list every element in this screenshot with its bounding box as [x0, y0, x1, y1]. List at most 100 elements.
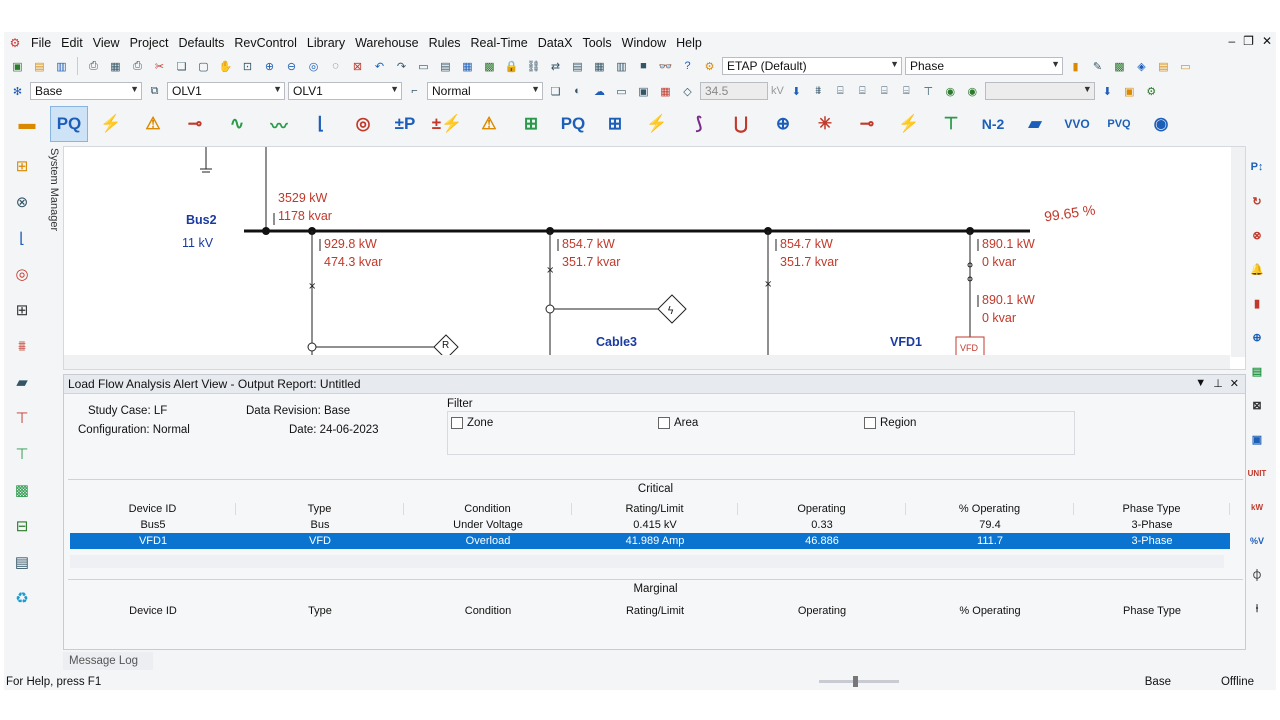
print-icon[interactable]: ⎙ [84, 57, 103, 75]
checkbox-box[interactable] [864, 417, 876, 429]
diagram-vertical-scrollbar[interactable] [1231, 147, 1245, 357]
panel-3-icon[interactable]: ⌸ [875, 82, 894, 100]
menu-tools[interactable]: Tools [577, 32, 616, 54]
kv-input[interactable]: 34.5 [700, 82, 768, 100]
critical-horizontal-scrollbar[interactable] [70, 555, 1224, 568]
dc-arc-flash-icon[interactable]: ⚠ [470, 106, 508, 142]
olv-select-left[interactable]: OLV1 ▼ [167, 82, 285, 100]
area-checkbox[interactable]: Area [658, 417, 698, 429]
cloud-icon[interactable]: ☁ [590, 82, 609, 100]
zoom-slider[interactable] [819, 676, 899, 687]
col-type[interactable]: Type [236, 605, 404, 617]
cube-icon[interactable]: ◈ [1132, 57, 1151, 75]
col-phase-type[interactable]: Phase Type [1074, 503, 1230, 515]
window-icon[interactable]: ▭ [612, 82, 631, 100]
presentation-select[interactable]: ETAP (Default) ▼ [722, 57, 902, 75]
one-line-diagram[interactable]: × × × ϟ Bus2 11 kV 3529 kW 1178 kvar 99.… [63, 146, 1246, 370]
transient-icon[interactable]: 〰 [260, 106, 298, 142]
menu-edit[interactable]: Edit [56, 32, 88, 54]
zoom-in-icon[interactable]: ⊕ [260, 57, 279, 75]
col-type[interactable]: Type [236, 503, 404, 515]
switching-icon[interactable]: ⊸ [848, 106, 886, 142]
zoom-back-icon[interactable]: ◌ [326, 57, 345, 75]
text-box-icon[interactable]: ▭ [414, 57, 433, 75]
help-icon[interactable]: ? [678, 57, 697, 75]
harmonics-icon[interactable]: ∿ [218, 106, 256, 142]
toolbox-icon[interactable]: ▣ [1120, 82, 1139, 100]
minimize-icon[interactable]: – [1228, 34, 1235, 48]
presentation-gear-icon[interactable]: ⚙ [700, 57, 719, 75]
menu-real-time[interactable]: Real-Time [466, 32, 533, 54]
close-icon[interactable]: ✕ [1230, 377, 1239, 390]
bus-tool-icon[interactable]: ⊤ [919, 82, 938, 100]
edit-mode-icon[interactable]: ▬ [8, 106, 46, 142]
eraser-icon[interactable]: ◇ [678, 82, 697, 100]
ladder-icon[interactable]: ⊤ [7, 402, 37, 434]
optimal-pf-icon[interactable]: ±P [386, 106, 424, 142]
cable3-label[interactable]: Cable3 [596, 335, 637, 349]
system-manager-tab[interactable]: System Manager [42, 148, 60, 268]
n2-button[interactable]: N-2 [974, 106, 1012, 142]
switching-seq-icon[interactable]: ⚡ [890, 106, 928, 142]
zoom-icon[interactable]: ⊕ [1246, 324, 1268, 350]
arc-flash-icon[interactable]: ⚠ [134, 106, 172, 142]
capture-2-icon[interactable]: ◉ [963, 82, 982, 100]
print-preview-icon[interactable]: ▦ [106, 57, 125, 75]
find-icon[interactable]: 👓 [656, 57, 675, 75]
unit-icon[interactable]: UNIT [1246, 460, 1268, 486]
menu-library[interactable]: Library [302, 32, 350, 54]
report-analyzer-icon[interactable]: ▣ [1246, 426, 1268, 452]
base-gear-icon[interactable]: ✻ [8, 82, 27, 100]
control-icon[interactable]: ⊞ [7, 294, 37, 326]
switch-icon[interactable]: ⌐ [405, 82, 424, 100]
refresh-icon[interactable]: ↻ [1246, 188, 1268, 214]
black-box-icon[interactable]: ■ [634, 57, 653, 75]
menu-rules[interactable]: Rules [424, 32, 466, 54]
batch-print-icon[interactable]: ⎙ [128, 57, 147, 75]
col-phase-type[interactable]: Phase Type [1074, 605, 1230, 617]
bus-name-label[interactable]: Bus2 [186, 213, 217, 227]
settings-icon[interactable]: ⚙ [1142, 82, 1161, 100]
notes-icon[interactable]: ▤ [1154, 57, 1173, 75]
capture-icon[interactable]: ◉ [941, 82, 960, 100]
menu-project[interactable]: Project [125, 32, 174, 54]
calculator-icon[interactable]: ▦ [656, 82, 675, 100]
sheet-icon[interactable]: ▦ [590, 57, 609, 75]
col-operating[interactable]: Operating [738, 605, 906, 617]
color-icon[interactable]: ▩ [1110, 57, 1129, 75]
panel-4-icon[interactable]: ⌸ [897, 82, 916, 100]
star-view-icon[interactable]: ⌊ [7, 222, 37, 254]
lock-icon[interactable]: 🔒 [502, 57, 521, 75]
config-select[interactable]: Normal ▼ [427, 82, 543, 100]
diagram-horizontal-scrollbar[interactable] [64, 355, 1230, 369]
pan-icon[interactable]: ✋ [216, 57, 235, 75]
zoom-fit-icon[interactable]: ◎ [304, 57, 323, 75]
restore-icon[interactable]: ❐ [1243, 34, 1254, 48]
col-percent-operating[interactable]: % Operating [906, 605, 1074, 617]
menu-revcontrol[interactable]: RevControl [229, 32, 302, 54]
protective-device-icon[interactable]: ⌊ [302, 106, 340, 142]
menu-window[interactable]: Window [617, 32, 671, 54]
network-icon[interactable]: ⊕ [764, 106, 802, 142]
contingency-icon[interactable]: ✳ [806, 106, 844, 142]
revision-select[interactable]: Base ▼ [30, 82, 142, 100]
menu-warehouse[interactable]: Warehouse [350, 32, 423, 54]
paste-icon[interactable]: ▢ [194, 57, 213, 75]
redo-icon[interactable]: ↷ [392, 57, 411, 75]
color-theme-icon[interactable]: ▮ [1066, 57, 1085, 75]
new-icon[interactable]: ▣ [8, 57, 27, 75]
motor-starting-icon[interactable]: ⊸ [176, 106, 214, 142]
col-condition[interactable]: Condition [404, 503, 572, 515]
grid-icon[interactable]: ▦ [458, 57, 477, 75]
kw-kvar-icon[interactable]: kW [1246, 494, 1268, 520]
arrow-down-icon[interactable]: ⬇ [787, 82, 806, 100]
coordination-icon[interactable]: ◎ [344, 106, 382, 142]
underground-icon[interactable]: ⊤ [7, 438, 37, 470]
display-options-icon[interactable]: ▤ [436, 57, 455, 75]
download-icon[interactable]: ⬇ [1098, 82, 1117, 100]
cut-icon[interactable]: ✂ [150, 57, 169, 75]
col-rating-limit[interactable]: Rating/Limit [572, 503, 738, 515]
menu-datax[interactable]: DataX [533, 32, 578, 54]
load-flow-icon[interactable]: PQ [50, 106, 88, 142]
probe-icon[interactable]: ⍿ [1246, 596, 1268, 622]
